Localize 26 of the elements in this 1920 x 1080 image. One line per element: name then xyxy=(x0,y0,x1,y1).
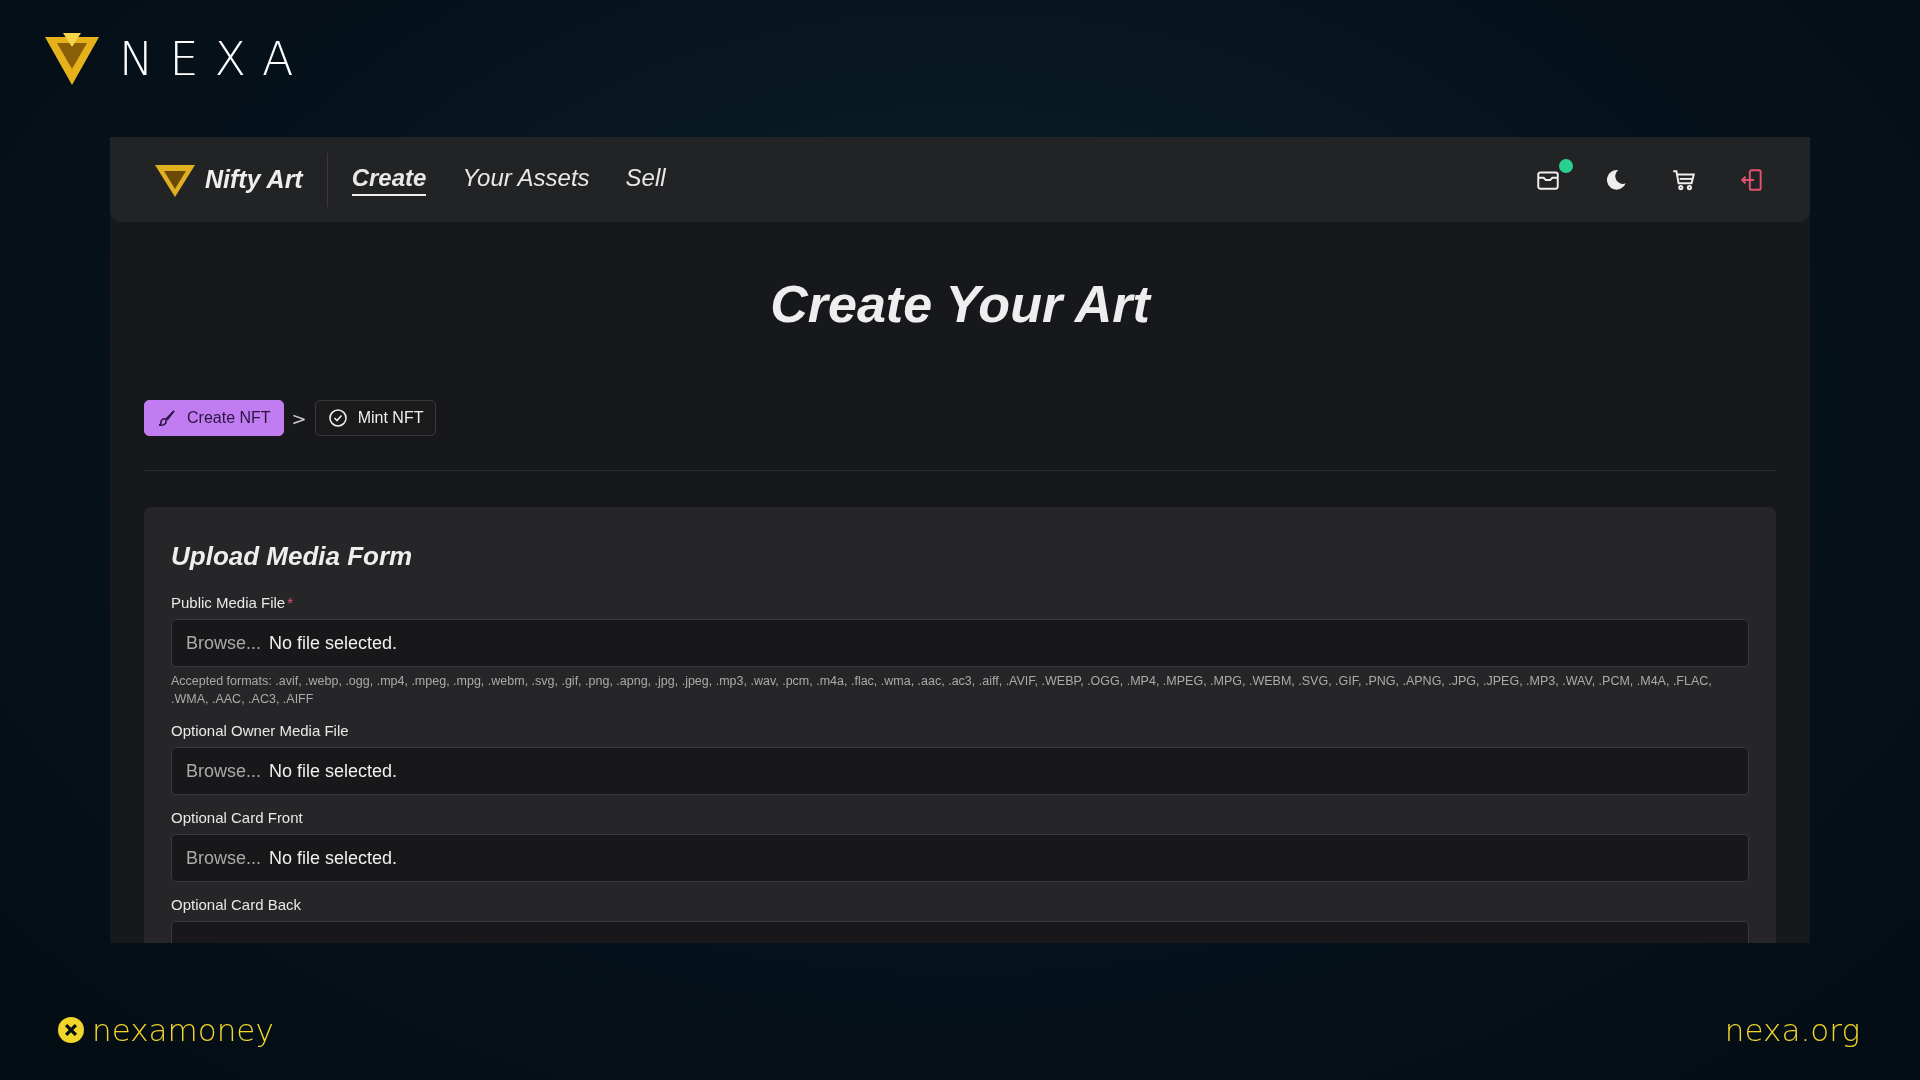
file-input[interactable]: Browse... No file selected. xyxy=(171,834,1749,882)
form-title: Upload Media Form xyxy=(171,541,414,572)
help-text: Accepted formats: .avif, .webp, .ogg, .mp4, .mpeg, .mpg, .webm, .svg, .gif, .png, .apng, .jpg, .jpeg, .mp3, .wav, .pcm, .m4a, .flac, .wma, .aac, .ac3, .aiff, .AVIF, .WEBP, .OGG, .MP4, .MPEG, .MPG, .WEBM, .SVG, .GIF, .PNG, .APNG, .JPG, .JPEG, .MP3, .WAV, .PCM, .M4A, .FLAC, .WMA, .AAC, .AC3, .AIFF xyxy=(171,673,1713,708)
footer-website: nexa.org xyxy=(1724,1012,1860,1048)
page-title: Create Your Art xyxy=(769,274,1153,334)
field-label: Optional Card Front xyxy=(171,809,303,826)
footer-handle: nexamoney xyxy=(92,1012,274,1048)
step-tab[interactable]: Create NFT xyxy=(144,400,284,436)
field-label: Public Media File* xyxy=(171,594,294,611)
step-separator: > xyxy=(291,407,307,429)
file-input[interactable]: Browse... No file selected. xyxy=(171,747,1749,795)
triangle-logo-icon xyxy=(155,162,195,197)
step-tab[interactable]: Mint NFT xyxy=(314,400,437,436)
field-label: Optional Card Back xyxy=(171,896,302,913)
x-circle-icon xyxy=(58,1017,84,1043)
nav-link[interactable]: Your Assets xyxy=(462,163,590,196)
file-input[interactable]: Browse... No file selected. xyxy=(171,619,1749,667)
nav-link[interactable]: Sell xyxy=(625,163,666,196)
field-label: Optional Owner Media File xyxy=(171,722,349,739)
logout-icon[interactable] xyxy=(1739,166,1765,193)
brand-name: NEXA xyxy=(119,32,310,86)
nav-link[interactable]: Create xyxy=(351,163,427,196)
check-circle-icon xyxy=(327,408,348,428)
brush-icon xyxy=(157,408,177,428)
app-logo-text: Nifty Art xyxy=(205,165,303,194)
triangle-logo-icon xyxy=(45,33,99,85)
